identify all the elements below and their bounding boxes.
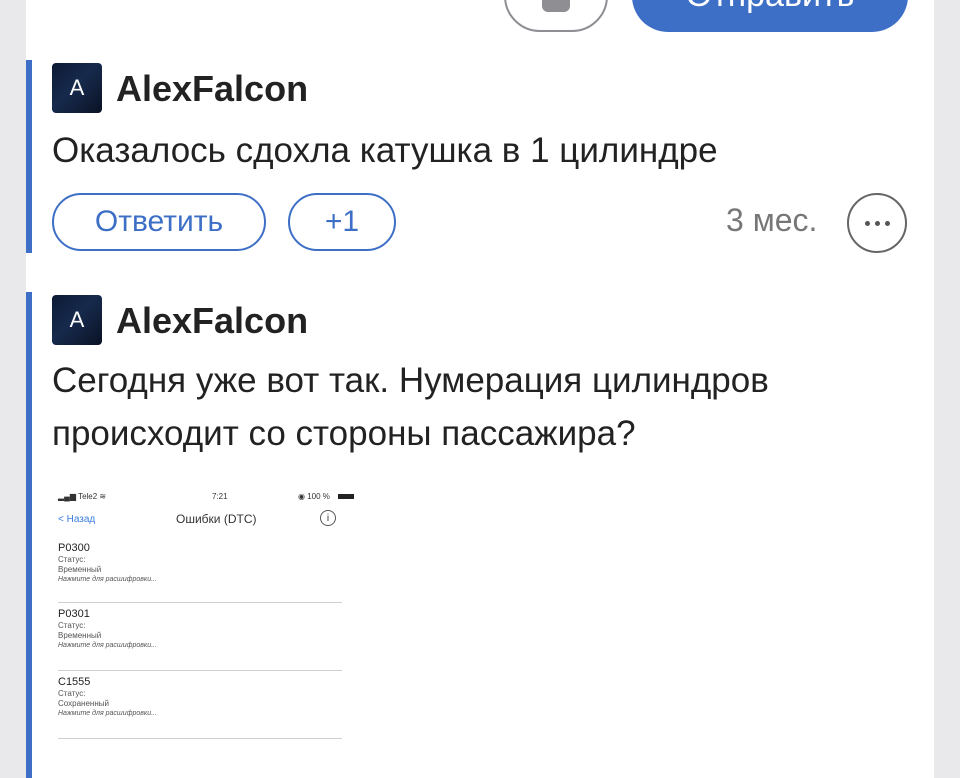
status-battery: ◉ 100 % (298, 492, 330, 501)
error-code: P0300 (58, 542, 90, 554)
status-carrier: ▂▄▆ Tele2 ≋ (58, 492, 107, 501)
avatar-letter: A (69, 75, 85, 100)
info-icon: i (320, 510, 336, 526)
error-status: Временный (58, 565, 102, 574)
comment-author[interactable]: AlexFalcon (116, 69, 308, 109)
comment-accent-bar (26, 60, 32, 253)
avatar[interactable]: A (52, 63, 102, 113)
comment-author[interactable]: AlexFalcon (116, 301, 308, 341)
list-item: P0301 Статус: Временный Нажмите для расш… (58, 608, 342, 651)
error-status-label: Статус: (58, 621, 86, 630)
divider (58, 670, 342, 671)
list-item: P0300 Статус: Временный Нажмите для расш… (58, 542, 342, 585)
comment: A AlexFalcon Сегодня уже вот так. Нумера… (26, 292, 934, 778)
more-dots-icon (864, 220, 890, 226)
camera-icon (542, 0, 570, 12)
avatar[interactable]: A (52, 295, 102, 345)
comment-text: Сегодня уже вот так. Нумерация цилиндров… (52, 361, 769, 453)
like-button[interactable]: +1 (288, 193, 396, 251)
error-status: Сохраненный (58, 699, 109, 708)
divider (58, 602, 342, 603)
battery-icon (338, 494, 354, 499)
comment-text: Оказалось сдохла катушка в 1 цилиндре (52, 131, 718, 170)
like-button-label: +1 (324, 205, 360, 238)
error-status: Временный (58, 631, 102, 640)
comment: A AlexFalcon Оказалось сдохла катушка в … (26, 60, 934, 253)
divider (58, 738, 342, 739)
send-button-label: Отправить (686, 0, 855, 12)
reply-button-label: Ответить (94, 205, 224, 238)
more-options-button[interactable] (847, 193, 907, 253)
comment-accent-bar (26, 292, 32, 778)
screen-title: Ошибки (DTC) (176, 512, 257, 526)
error-status-label: Статус: (58, 689, 86, 698)
error-code: C1555 (58, 676, 91, 688)
send-button[interactable]: Отправить (632, 0, 908, 32)
list-item: C1555 Статус: Сохраненный Нажмите для ра… (58, 676, 342, 719)
error-status-label: Статус: (58, 555, 86, 564)
error-hint: Нажмите для расшифровки... (58, 576, 157, 583)
error-hint: Нажмите для расшифровки... (58, 710, 157, 717)
error-hint: Нажмите для расшифровки... (58, 642, 157, 649)
avatar-letter: A (69, 307, 85, 332)
back-link: < Назад (58, 514, 96, 525)
comment-timestamp: 3 мес. (726, 202, 818, 238)
error-code: P0301 (58, 608, 90, 620)
reply-button[interactable]: Ответить (52, 193, 266, 251)
status-time: 7:21 (212, 492, 228, 501)
attached-screenshot[interactable]: ▂▄▆ Tele2 ≋ 7:21 ◉ 100 % < Назад Ошибки … (52, 486, 366, 754)
